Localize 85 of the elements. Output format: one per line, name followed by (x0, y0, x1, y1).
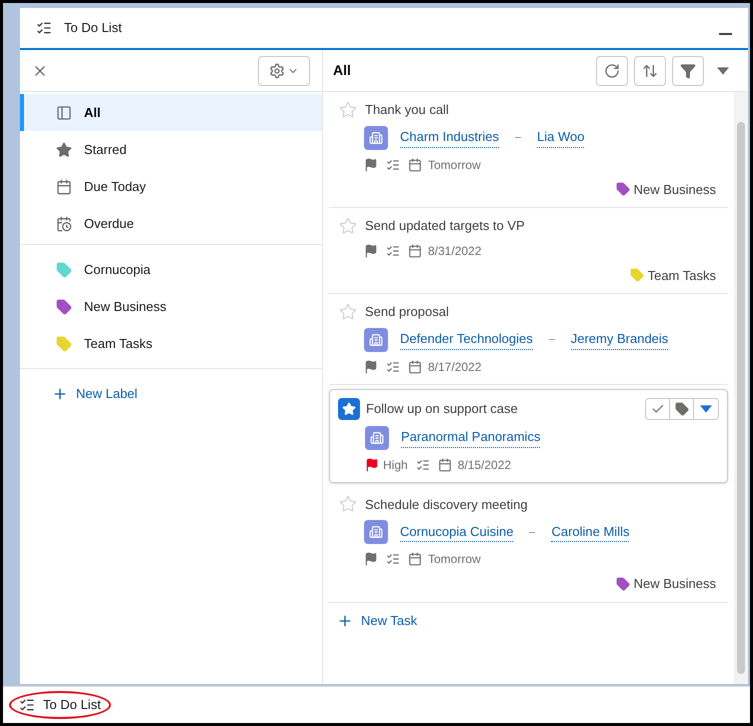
plus-icon (52, 386, 68, 402)
caret-icon (717, 66, 729, 74)
account-link[interactable]: Cornucopia Cuisine (400, 522, 514, 542)
list-title: All (333, 61, 351, 80)
task-item[interactable]: Thank you call Charm Industries Lia Woo Tomorrow New Business (329, 92, 728, 208)
star-toggle[interactable] (339, 216, 357, 235)
star-icon (56, 142, 72, 158)
sidebar-item[interactable]: Starred (20, 131, 322, 168)
sidebar-item[interactable]: Cornucopia (20, 251, 322, 288)
minimize-icon (719, 33, 732, 35)
building-icon (364, 328, 388, 352)
building-icon (365, 426, 389, 450)
task-item[interactable]: Send proposal Defender Technologies Jeremy Brandeis 8/17/2022 (329, 294, 728, 384)
sort-icon (642, 62, 658, 78)
priority-text: High (383, 456, 408, 474)
calendar-icon (56, 178, 72, 194)
dash-separator (548, 339, 555, 340)
due-date: Tomorrow (428, 551, 481, 568)
star-toggle[interactable] (339, 302, 357, 321)
account-link[interactable]: Defender Technologies (400, 329, 533, 350)
sidebar-item[interactable]: Due Today (20, 168, 322, 205)
calendar-icon (438, 458, 452, 472)
tag-icon (674, 402, 688, 416)
due-date: Tomorrow (428, 156, 481, 174)
task-item[interactable]: Schedule discovery meeting Cornucopia Cuisine Caroline Mills Tomorrow New Business (329, 486, 728, 602)
refresh-icon (604, 62, 620, 78)
dash-separator (514, 137, 521, 138)
calendar-icon (408, 360, 422, 374)
star-toggle[interactable] (339, 495, 357, 514)
sidebar-item[interactable]: Team Tasks (20, 325, 322, 362)
task-title: Schedule discovery meeting (365, 496, 528, 514)
scrollbar-thumb[interactable] (737, 122, 745, 674)
calendar-clock-icon (56, 216, 72, 232)
account-link[interactable]: Paranormal Panoramics (401, 427, 540, 448)
new-task-link[interactable]: New Task (329, 602, 728, 638)
flag-icon (364, 360, 378, 374)
contact-link[interactable]: Lia Woo (536, 127, 584, 148)
task-card[interactable]: Follow up on support case Paranormal Panoramics High 8/15/2022 (329, 388, 728, 482)
sidebar-item[interactable]: New Business (20, 288, 322, 325)
task-title: Send updated targets to VP (365, 217, 525, 235)
refresh-button[interactable] (596, 56, 628, 86)
gear-icon (269, 62, 285, 78)
filter-icon (680, 62, 696, 78)
task-title: Follow up on support case (366, 400, 518, 418)
new-label-link[interactable]: New Label (20, 369, 322, 419)
star-toggle[interactable] (339, 100, 357, 119)
due-date: 8/15/2022 (458, 456, 512, 474)
panel-icon (56, 104, 72, 120)
caret-icon (700, 404, 712, 412)
checklist-icon (386, 552, 400, 566)
star-icon (342, 402, 356, 416)
calendar-icon (408, 244, 422, 258)
flag-icon (364, 552, 378, 566)
checklist-icon (36, 20, 52, 36)
star-toggle[interactable] (338, 398, 360, 420)
calendar-icon (408, 158, 422, 172)
checklist-icon (386, 244, 400, 258)
settings-button[interactable] (258, 56, 310, 86)
building-icon (364, 126, 388, 150)
task-label: New Business (634, 575, 716, 593)
building-icon (364, 520, 388, 544)
task-title: Send proposal (365, 303, 449, 321)
sidebar-item[interactable]: All (20, 94, 322, 131)
plus-icon (337, 612, 353, 628)
flag-icon (364, 244, 378, 258)
taskbar-button[interactable]: To Do List (9, 691, 111, 719)
due-date: 8/17/2022 (428, 358, 482, 376)
account-link[interactable]: Charm Industries (400, 127, 499, 148)
checklist-icon (19, 697, 35, 713)
contact-link[interactable]: Jeremy Brandeis (570, 329, 668, 350)
task-label: New Business (634, 180, 716, 198)
calendar-icon (408, 552, 422, 566)
filter-button[interactable] (672, 56, 704, 86)
due-date: 8/31/2022 (428, 242, 482, 260)
task-item[interactable]: Send updated targets to VP 8/31/2022 Team Tasks (329, 208, 728, 294)
checklist-icon (416, 458, 430, 472)
contact-link[interactable]: Caroline Mills (551, 522, 630, 542)
window-title: To Do List (64, 19, 122, 38)
task-title: Thank you call (365, 101, 449, 119)
sidebar-item[interactable]: Overdue (20, 205, 322, 242)
flag-icon (364, 158, 378, 172)
task-label: Team Tasks (648, 266, 716, 284)
checklist-icon (386, 360, 400, 374)
checklist-icon (386, 158, 400, 172)
sort-button[interactable] (634, 56, 666, 86)
